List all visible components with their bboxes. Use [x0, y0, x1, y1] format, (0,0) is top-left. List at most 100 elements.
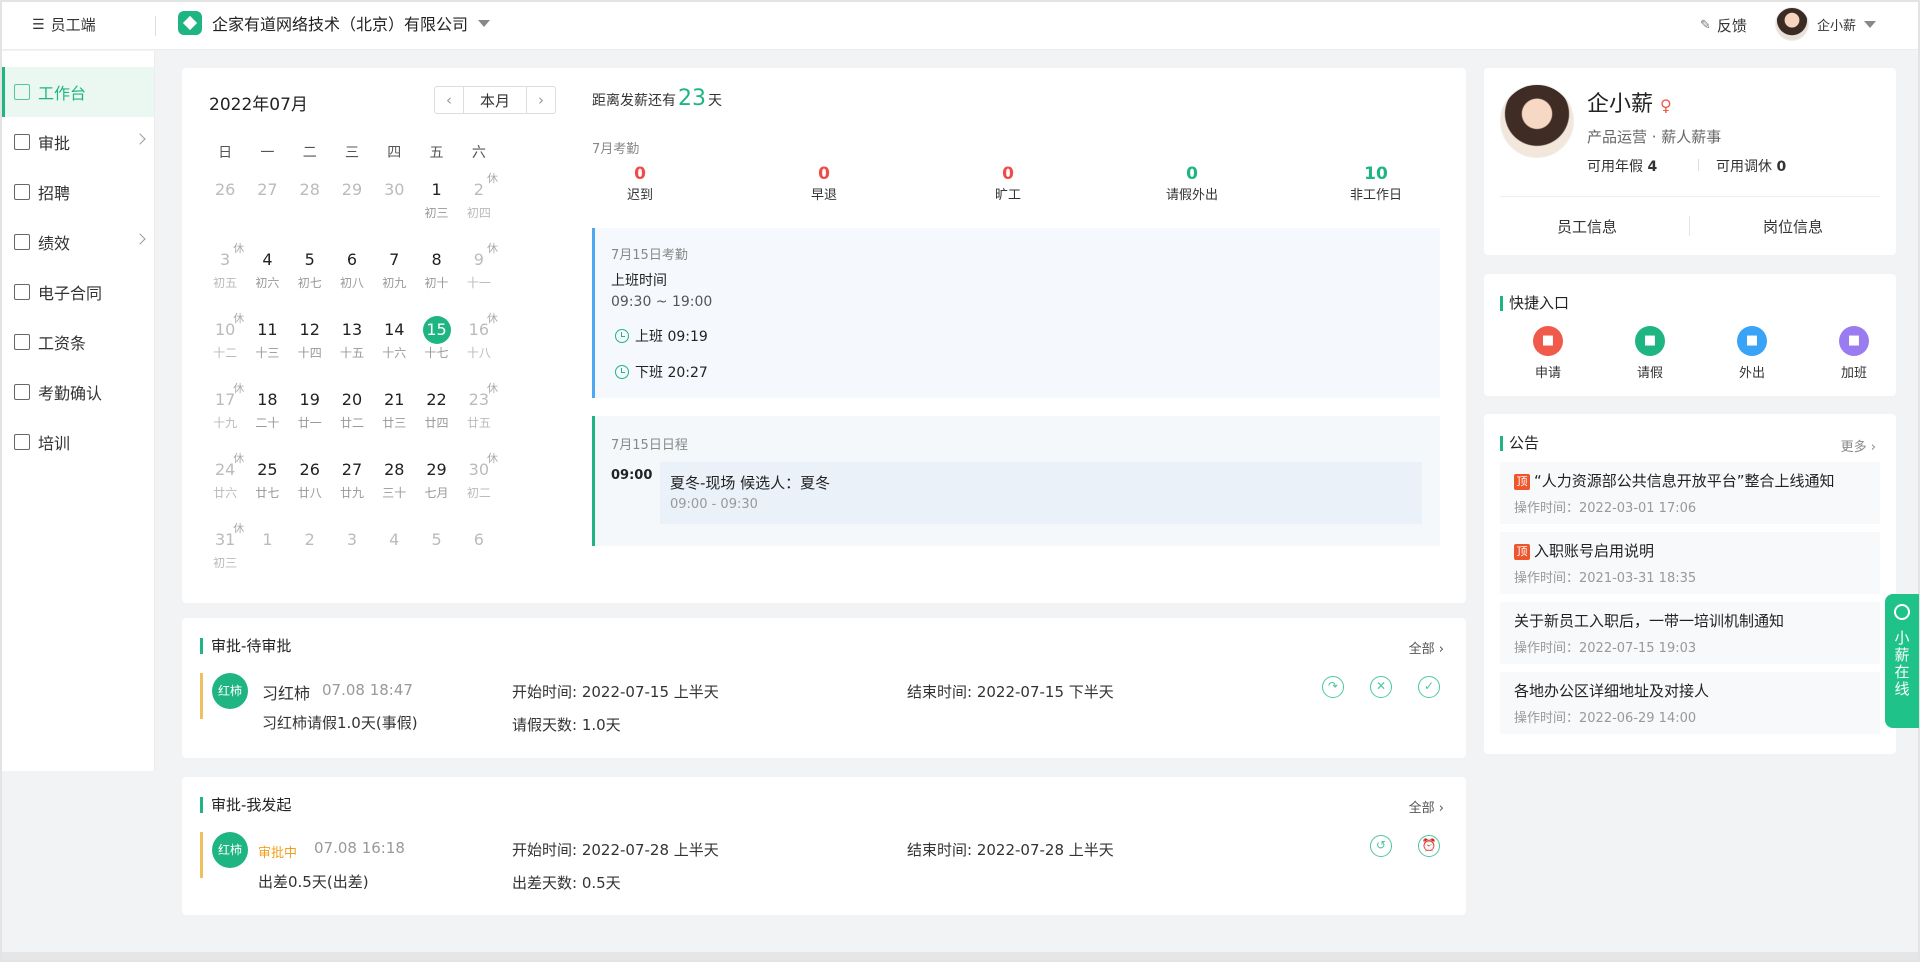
- this-month-button[interactable]: 本月: [463, 87, 527, 113]
- calendar-day[interactable]: 21 廿三: [373, 386, 415, 456]
- sidebar-item-6[interactable]: 考勤确认: [2, 367, 154, 417]
- calendar-day[interactable]: 2 初四休: [458, 172, 500, 246]
- quick-entry-item[interactable]: ■ 申请: [1518, 326, 1578, 381]
- calendar-day[interactable]: 18 二十: [246, 386, 288, 456]
- tab-position-info[interactable]: 岗位信息: [1690, 216, 1896, 237]
- sidebar-item-0[interactable]: 工作台: [2, 67, 154, 117]
- calendar-day[interactable]: 1: [246, 526, 288, 596]
- sidebar-item-5[interactable]: 工资条: [2, 317, 154, 367]
- notice-item[interactable]: 顶 “人力资源部公共信息开放平台”整合上线通知 操作时间：2022-03-01 17…: [1500, 462, 1880, 524]
- calendar-day[interactable]: 19 廿一: [289, 386, 331, 456]
- calendar-day[interactable]: 7 初九: [373, 246, 415, 316]
- notice-item-meta: 操作时间：2022-06-29 14:00: [1514, 711, 1697, 726]
- calendar-day[interactable]: 26 廿八: [289, 456, 331, 526]
- calendar-day[interactable]: 8 初十: [415, 246, 457, 316]
- calendar-day[interactable]: 27: [246, 176, 288, 246]
- remind-alarm-icon[interactable]: ⏰: [1418, 835, 1440, 857]
- calendar-day[interactable]: 6 初八: [331, 246, 373, 316]
- employee-mode-switch[interactable]: ☰ 员工端: [32, 14, 96, 35]
- calendar-day[interactable]: 4 初六: [246, 246, 288, 316]
- quick-entry-item[interactable]: ■ 请假: [1620, 326, 1680, 381]
- day-number: 29: [426, 460, 447, 479]
- calendar-day[interactable]: 23 廿五休: [458, 382, 500, 456]
- calendar-day[interactable]: 29 七月: [415, 456, 457, 526]
- notice-item-meta: 操作时间：2022-07-15 19:03: [1514, 641, 1697, 656]
- attendance-stat[interactable]: 0 迟到: [580, 164, 700, 203]
- calendar-day[interactable]: 6: [458, 526, 500, 596]
- day-number: 2: [304, 530, 315, 549]
- horizontal-scrollbar[interactable]: [2, 952, 1918, 960]
- apply-desc: 习红柿请假1.0天(事假): [262, 714, 418, 732]
- feedback-button[interactable]: ✎ 反馈: [1700, 15, 1747, 36]
- lunar-date: 廿七: [255, 486, 280, 500]
- notice-item[interactable]: 顶入职账号启用说明 操作时间：2021-03-31 18:35: [1500, 532, 1880, 594]
- quick-entry-item[interactable]: ■ 加班: [1824, 326, 1884, 381]
- notice-item-title: 各地办公区详细地址及对接人: [1514, 682, 1710, 700]
- attendance-stat[interactable]: 10 非工作日: [1316, 164, 1436, 203]
- online-help-button[interactable]: 小薪在线: [1885, 594, 1919, 728]
- user-menu[interactable]: 企小薪: [1775, 7, 1877, 41]
- attendance-day-title: 7月15日考勤: [611, 248, 688, 263]
- calendar-day[interactable]: 26: [204, 176, 246, 246]
- attendance-stat[interactable]: 0 旷工: [948, 164, 1068, 203]
- calendar-day[interactable]: 2: [289, 526, 331, 596]
- quick-entry-item[interactable]: ■ 外出: [1722, 326, 1782, 381]
- calendar-day[interactable]: 29: [331, 176, 373, 246]
- lunar-date: 十六: [382, 346, 407, 360]
- sidebar-item-label: 工作台: [38, 84, 87, 103]
- calendar-day[interactable]: 28: [289, 176, 331, 246]
- attendance-stat[interactable]: 0 请假外出: [1132, 164, 1252, 203]
- calendar-day[interactable]: 16 十八休: [458, 312, 500, 386]
- schedule-panel: 7月15日日程 09:00 夏冬-现场 候选人：夏冬 09:00 - 09:30: [592, 416, 1440, 546]
- calendar-day[interactable]: 20 廿二: [331, 386, 373, 456]
- calendar-day[interactable]: 17 十九休: [204, 382, 246, 456]
- calendar-day[interactable]: 3 初五休: [204, 242, 246, 316]
- calendar-day[interactable]: 31 初三休: [204, 522, 246, 596]
- calendar-day[interactable]: 5: [415, 526, 457, 596]
- calendar-day[interactable]: 28 三十: [373, 456, 415, 526]
- notice-item[interactable]: 关于新员工入职后，一带一培训机制通知 操作时间：2022-07-15 19:03: [1500, 602, 1880, 664]
- calendar-day[interactable]: 3: [331, 526, 373, 596]
- pending-all-link[interactable]: 全部 ›: [1409, 638, 1444, 657]
- withdraw-icon[interactable]: ↺: [1370, 835, 1392, 857]
- calendar-day[interactable]: 24 廿六休: [204, 452, 246, 526]
- calendar-day[interactable]: 5 初七: [289, 246, 331, 316]
- sidebar-item-7[interactable]: 培训: [2, 417, 154, 467]
- calendar-day[interactable]: 11 十三: [246, 316, 288, 386]
- all-link-label: 全部: [1408, 642, 1435, 657]
- calendar-day[interactable]: 10 十二休: [204, 312, 246, 386]
- calendar-day[interactable]: 25 廿七: [246, 456, 288, 526]
- sidebar-item-2[interactable]: 招聘: [2, 167, 154, 217]
- company-switcher[interactable]: 企家有道网络技术（北京）有限公司: [178, 11, 491, 35]
- schedule-title: 7月15日日程: [611, 438, 688, 453]
- calendar-day[interactable]: 30: [373, 176, 415, 246]
- forward-icon[interactable]: ↷: [1322, 676, 1344, 698]
- approve-icon[interactable]: ✓: [1418, 676, 1440, 698]
- calendar-day[interactable]: 15 十七: [415, 316, 457, 386]
- calendar-day[interactable]: 4: [373, 526, 415, 596]
- schedule-event[interactable]: 夏冬-现场 候选人：夏冬 09:00 - 09:30: [660, 462, 1422, 524]
- calendar-day[interactable]: 27 廿九: [331, 456, 373, 526]
- calendar-day[interactable]: 9 十一休: [458, 242, 500, 316]
- notice-more-link[interactable]: 更多 ›: [1841, 436, 1876, 455]
- next-month-button[interactable]: ›: [527, 87, 555, 113]
- calendar-day[interactable]: 12 十四: [289, 316, 331, 386]
- book-icon: [14, 434, 30, 450]
- sidebar-item-1[interactable]: 审批: [2, 117, 154, 167]
- calendar-day[interactable]: 30 初二休: [458, 452, 500, 526]
- status-badge: 审批中: [258, 846, 298, 861]
- quick-entry-card: 快捷入口 ■ 申请 ■ 请假 ■ 外出 ■ 加班: [1484, 274, 1896, 396]
- reject-icon[interactable]: ✕: [1370, 676, 1392, 698]
- tab-employee-info[interactable]: 员工信息: [1484, 216, 1690, 237]
- attendance-stat[interactable]: 0 早退: [764, 164, 884, 203]
- sidebar-item-3[interactable]: 绩效: [2, 217, 154, 267]
- weekday-label: 四: [387, 145, 402, 161]
- calendar-day[interactable]: 14 十六: [373, 316, 415, 386]
- calendar-day[interactable]: 1 初三: [415, 176, 457, 246]
- calendar-day[interactable]: 13 十五: [331, 316, 373, 386]
- calendar-day[interactable]: 22 廿四: [415, 386, 457, 456]
- sidebar-item-4[interactable]: 电子合同: [2, 267, 154, 317]
- initiated-all-link[interactable]: 全部 ›: [1409, 797, 1444, 816]
- notice-item[interactable]: 各地办公区详细地址及对接人 操作时间：2022-06-29 14:00: [1500, 672, 1880, 734]
- prev-month-button[interactable]: ‹: [435, 87, 463, 113]
